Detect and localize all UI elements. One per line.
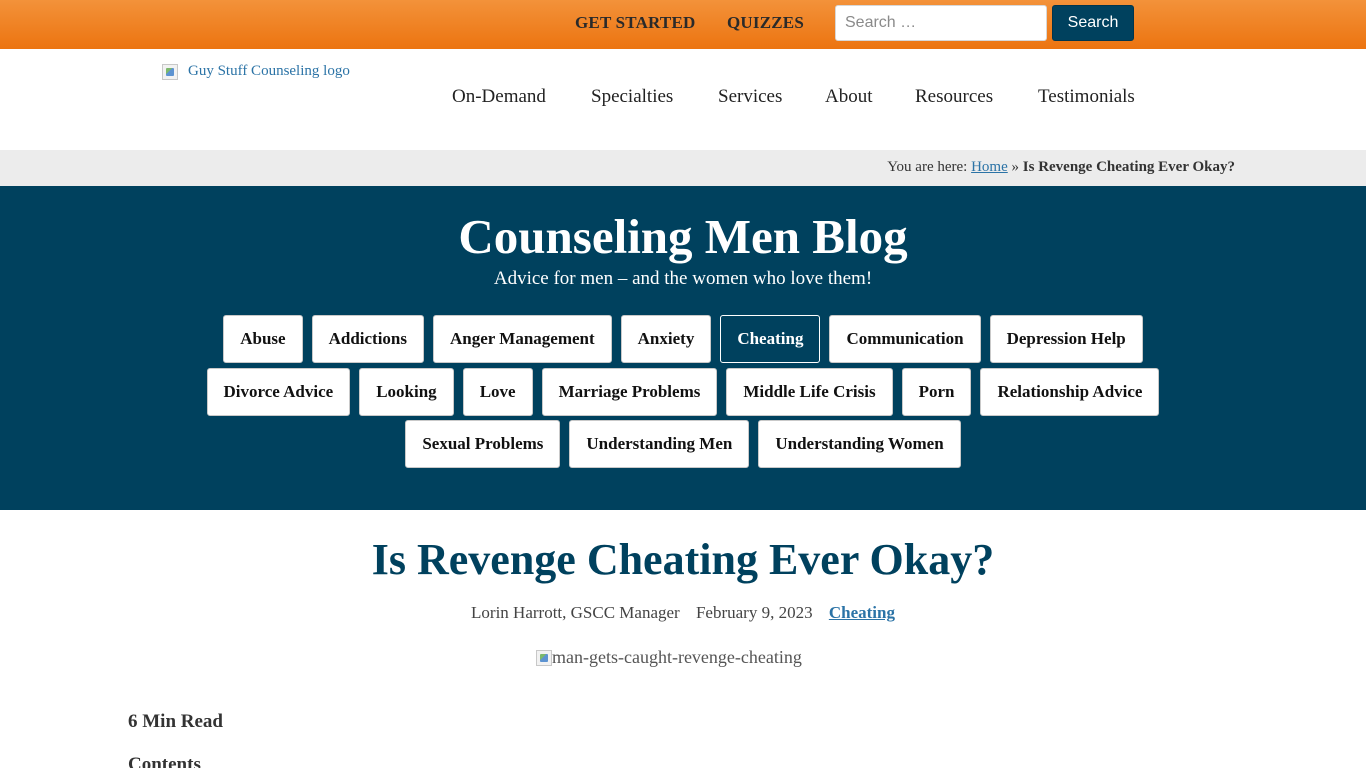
read-time: 6 Min Read: [128, 711, 223, 732]
nav-item-services[interactable]: Services: [718, 86, 782, 108]
blog-title: Counseling Men Blog: [458, 209, 908, 264]
category-addictions[interactable]: Addictions: [311, 315, 425, 363]
breadcrumb-prefix: You are here:: [887, 159, 968, 175]
category-cheating[interactable]: Cheating: [720, 315, 821, 363]
breadcrumb: You are here: Home » Is Revenge Cheating…: [887, 159, 1235, 176]
category-communication[interactable]: Communication: [829, 315, 981, 363]
broken-image-icon: [536, 649, 552, 666]
article-date: February 9, 2023: [695, 603, 813, 622]
nav-item-on-demand[interactable]: On-Demand: [452, 86, 546, 108]
category-porn[interactable]: Porn: [901, 368, 972, 416]
category-row: Sexual Problems Understanding Men Unders…: [0, 420, 1366, 468]
blog-banner: Counseling Men Blog Advice for men – and…: [0, 186, 1366, 510]
nav-item-testimonials[interactable]: Testimonials: [1038, 86, 1135, 108]
main-nav: On-Demand Specialties Services About Res…: [0, 86, 1366, 112]
search-button[interactable]: Search: [1052, 5, 1134, 41]
breadcrumb-bar: You are here: Home » Is Revenge Cheating…: [0, 150, 1366, 186]
get-started-link[interactable]: GET STARTED: [575, 13, 696, 33]
breadcrumb-separator: »: [1011, 159, 1020, 175]
article-author: Lorin Harrott, GSCC Manager: [471, 603, 680, 622]
category-love[interactable]: Love: [462, 368, 533, 416]
category-row: Abuse Addictions Anger Management Anxiet…: [0, 315, 1366, 363]
broken-image-icon: [162, 63, 178, 80]
category-understanding-men[interactable]: Understanding Men: [569, 420, 750, 468]
hero-image-alt-text: man-gets-caught-revenge-cheating: [552, 647, 802, 667]
article-hero-image: man-gets-caught-revenge-cheating: [536, 647, 802, 668]
breadcrumb-home-link[interactable]: Home: [971, 159, 1008, 175]
contents-heading: Contents: [128, 754, 201, 768]
breadcrumb-current: Is Revenge Cheating Ever Okay?: [1022, 159, 1235, 175]
nav-item-specialties[interactable]: Specialties: [591, 86, 673, 108]
category-relationship-advice[interactable]: Relationship Advice: [980, 368, 1160, 416]
quizzes-link[interactable]: QUIZZES: [727, 13, 804, 33]
category-looking[interactable]: Looking: [359, 368, 454, 416]
category-abuse[interactable]: Abuse: [223, 315, 303, 363]
category-row: Divorce Advice Looking Love Marriage Pro…: [0, 368, 1366, 416]
article-title: Is Revenge Cheating Ever Okay?: [371, 535, 995, 584]
logo-alt-text: Guy Stuff Counseling logo: [188, 63, 350, 79]
search-input[interactable]: [835, 5, 1047, 41]
article-category-link[interactable]: Cheating: [829, 603, 895, 622]
blog-subtitle: Advice for men – and the women who love …: [493, 268, 873, 289]
category-anger-management[interactable]: Anger Management: [433, 315, 612, 363]
category-depression-help[interactable]: Depression Help: [989, 315, 1143, 363]
nav-item-about[interactable]: About: [825, 86, 873, 108]
category-marriage-problems[interactable]: Marriage Problems: [541, 368, 718, 416]
category-anxiety[interactable]: Anxiety: [620, 315, 712, 363]
top-bar: GET STARTED QUIZZES Search: [0, 0, 1366, 49]
category-middle-life-crisis[interactable]: Middle Life Crisis: [726, 368, 893, 416]
nav-item-resources[interactable]: Resources: [915, 86, 993, 108]
site-header: Guy Stuff Counseling logo On-Demand Spec…: [0, 49, 1366, 150]
category-understanding-women[interactable]: Understanding Women: [758, 420, 961, 468]
category-sexual-problems[interactable]: Sexual Problems: [405, 420, 561, 468]
category-divorce-advice[interactable]: Divorce Advice: [206, 368, 351, 416]
article-meta: Lorin Harrott, GSCC Manager February 9, …: [0, 603, 1366, 623]
site-logo[interactable]: Guy Stuff Counseling logo: [162, 63, 350, 80]
